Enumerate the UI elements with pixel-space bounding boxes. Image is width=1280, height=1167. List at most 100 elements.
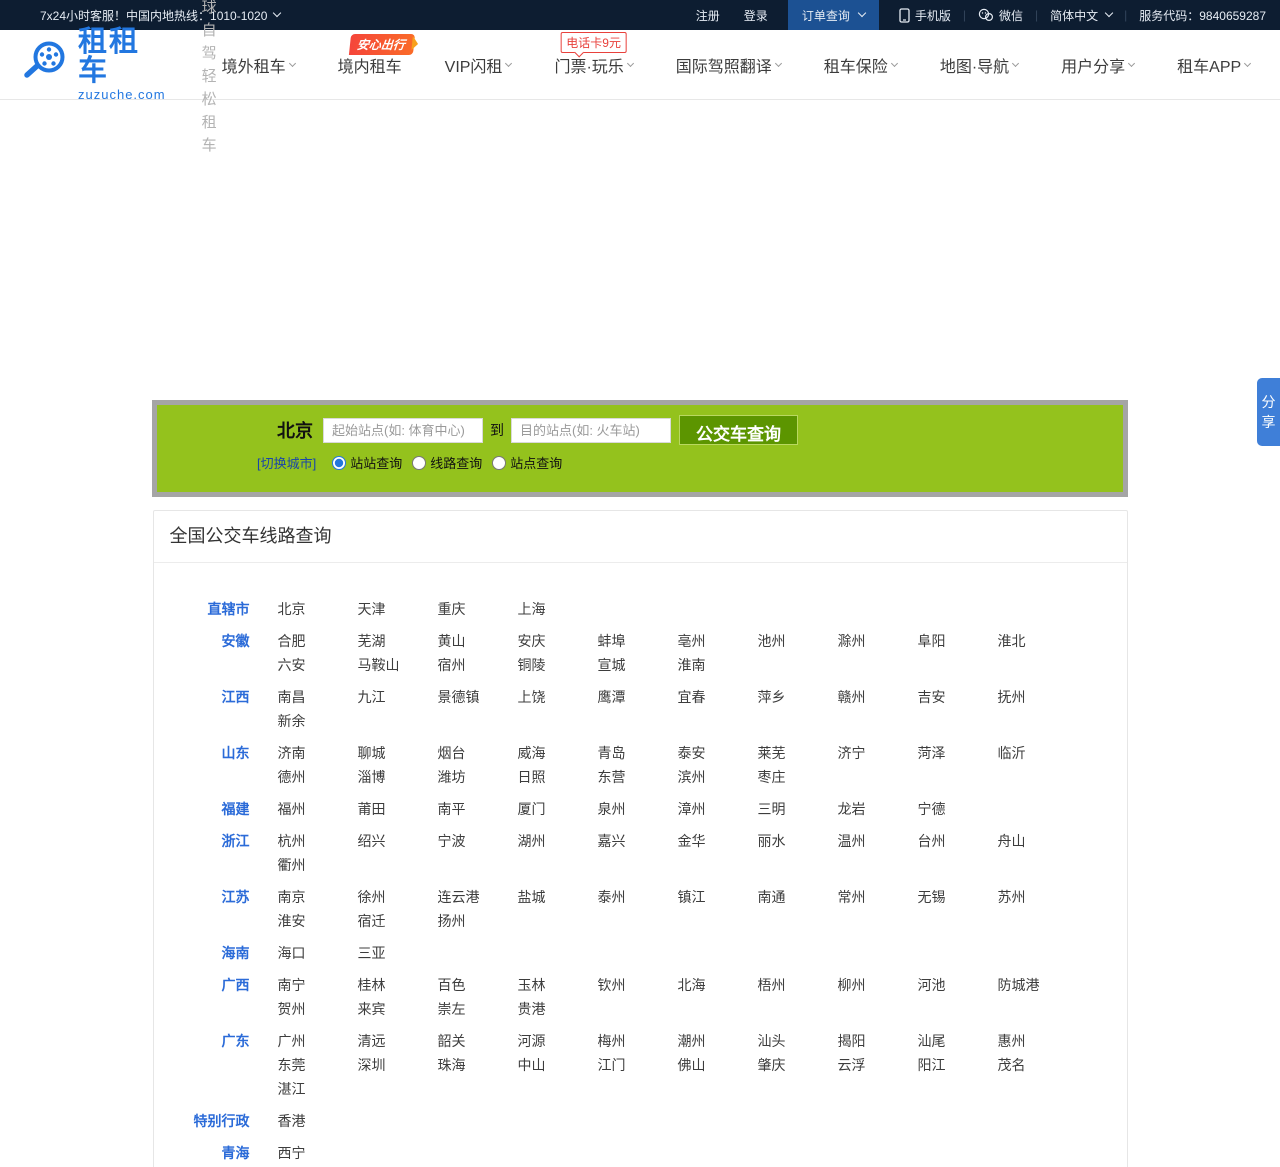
share-button[interactable]: 分享 — [1257, 378, 1280, 446]
city-link[interactable]: 龙岩 — [838, 797, 918, 821]
city-link[interactable]: 景德镇 — [438, 685, 518, 709]
province-link[interactable]: 山东 — [158, 741, 250, 789]
province-link[interactable]: 江苏 — [158, 885, 250, 933]
city-link[interactable]: 鹰潭 — [598, 685, 678, 709]
city-link[interactable]: 东莞 — [278, 1053, 358, 1077]
city-link[interactable]: 威海 — [518, 741, 598, 765]
city-link[interactable]: 贵港 — [518, 997, 598, 1021]
city-link[interactable]: 湛江 — [278, 1077, 358, 1101]
city-link[interactable]: 东营 — [598, 765, 678, 789]
city-link[interactable]: 宿州 — [438, 653, 518, 677]
city-link[interactable]: 丽水 — [758, 829, 838, 853]
city-link[interactable]: 河池 — [918, 973, 998, 997]
city-link[interactable]: 上饶 — [518, 685, 598, 709]
city-link[interactable]: 来宾 — [358, 997, 438, 1021]
province-link[interactable]: 广东 — [158, 1029, 250, 1101]
city-link[interactable]: 台州 — [918, 829, 998, 853]
wechat-link[interactable]: 微信 — [968, 7, 1033, 24]
nav-map-navigation[interactable]: 地图·导航 — [940, 53, 1020, 77]
city-link[interactable]: 菏泽 — [918, 741, 998, 765]
city-link[interactable]: 常州 — [838, 885, 918, 909]
city-link[interactable]: 临沂 — [998, 741, 1078, 765]
city-link[interactable]: 绍兴 — [358, 829, 438, 853]
city-link[interactable]: 北海 — [678, 973, 758, 997]
nav-domestic-rental[interactable]: 安心出行 境内租车 — [338, 33, 415, 77]
city-link[interactable]: 梧州 — [758, 973, 838, 997]
nav-user-sharing[interactable]: 用户分享 — [1061, 53, 1136, 77]
city-link[interactable]: 连云港 — [438, 885, 518, 909]
city-link[interactable]: 蚌埠 — [598, 629, 678, 653]
city-link[interactable]: 镇江 — [678, 885, 758, 909]
province-link[interactable]: 广西 — [158, 973, 250, 1021]
city-link[interactable]: 聊城 — [358, 741, 438, 765]
city-link[interactable]: 六安 — [278, 653, 358, 677]
city-link[interactable]: 天津 — [358, 597, 438, 621]
city-link[interactable]: 莱芜 — [758, 741, 838, 765]
city-link[interactable]: 深圳 — [358, 1053, 438, 1077]
city-link[interactable]: 福州 — [278, 797, 358, 821]
city-link[interactable]: 厦门 — [518, 797, 598, 821]
city-link[interactable]: 马鞍山 — [358, 653, 438, 677]
city-link[interactable]: 青岛 — [598, 741, 678, 765]
destination-station-input[interactable] — [511, 417, 671, 443]
city-link[interactable]: 崇左 — [438, 997, 518, 1021]
city-link[interactable]: 宿迁 — [358, 909, 438, 933]
city-link[interactable]: 金华 — [678, 829, 758, 853]
nav-rental-app[interactable]: 租车APP — [1177, 53, 1252, 77]
city-link[interactable]: 阳江 — [918, 1053, 998, 1077]
language-selector[interactable]: 简体中文 — [1040, 7, 1122, 24]
login-link[interactable]: 登录 — [732, 0, 780, 30]
city-link[interactable]: 池州 — [758, 629, 838, 653]
city-link[interactable]: 亳州 — [678, 629, 758, 653]
city-link[interactable]: 淮南 — [678, 653, 758, 677]
bus-query-button[interactable]: 公交车查询 — [679, 415, 798, 445]
city-link[interactable]: 九江 — [358, 685, 438, 709]
city-link[interactable]: 汕头 — [758, 1029, 838, 1053]
city-link[interactable]: 淄博 — [358, 765, 438, 789]
city-link[interactable]: 德州 — [278, 765, 358, 789]
hotline[interactable]: 7x24小时客服！中国内地热线：1010-1020 — [0, 7, 282, 24]
mode-station-to-station[interactable]: 站站查询 — [332, 453, 402, 472]
province-link[interactable]: 安徽 — [158, 629, 250, 677]
city-link[interactable]: 淮北 — [998, 629, 1078, 653]
city-link[interactable]: 肇庆 — [758, 1053, 838, 1077]
city-link[interactable]: 济南 — [278, 741, 358, 765]
city-link[interactable]: 芜湖 — [358, 629, 438, 653]
start-station-input[interactable] — [323, 417, 483, 443]
logo[interactable]: 租租车 zuzuche.com — [22, 28, 166, 101]
city-link[interactable]: 广州 — [278, 1029, 358, 1053]
city-link[interactable]: 南平 — [438, 797, 518, 821]
city-link[interactable]: 枣庄 — [758, 765, 838, 789]
city-link[interactable]: 宁波 — [438, 829, 518, 853]
city-link[interactable]: 杭州 — [278, 829, 358, 853]
city-link[interactable]: 香港 — [278, 1109, 358, 1133]
city-link[interactable]: 清远 — [358, 1029, 438, 1053]
city-link[interactable]: 徐州 — [358, 885, 438, 909]
city-link[interactable]: 北京 — [278, 597, 358, 621]
city-link[interactable]: 黄山 — [438, 629, 518, 653]
city-link[interactable]: 济宁 — [838, 741, 918, 765]
stop-query-radio[interactable] — [492, 455, 507, 470]
city-link[interactable]: 上海 — [518, 597, 598, 621]
city-link[interactable]: 滨州 — [678, 765, 758, 789]
city-link[interactable]: 玉林 — [518, 973, 598, 997]
city-link[interactable]: 揭阳 — [838, 1029, 918, 1053]
nav-overseas-rental[interactable]: 境外租车 — [222, 53, 296, 77]
city-link[interactable]: 三明 — [758, 797, 838, 821]
city-link[interactable]: 梅州 — [598, 1029, 678, 1053]
city-link[interactable]: 淮安 — [278, 909, 358, 933]
city-link[interactable]: 无锡 — [918, 885, 998, 909]
city-link[interactable]: 潍坊 — [438, 765, 518, 789]
city-link[interactable]: 西宁 — [278, 1141, 358, 1165]
city-link[interactable]: 南昌 — [278, 685, 358, 709]
city-link[interactable]: 赣州 — [838, 685, 918, 709]
switch-city-link[interactable]: [切换城市] — [257, 453, 316, 472]
city-link[interactable]: 海口 — [278, 941, 358, 965]
province-link[interactable]: 特别行政 — [158, 1109, 250, 1133]
city-link[interactable]: 南京 — [278, 885, 358, 909]
city-link[interactable]: 宣城 — [598, 653, 678, 677]
province-link[interactable]: 浙江 — [158, 829, 250, 877]
city-link[interactable]: 合肥 — [278, 629, 358, 653]
city-link[interactable]: 吉安 — [918, 685, 998, 709]
mode-stop-query[interactable]: 站点查询 — [492, 453, 562, 472]
